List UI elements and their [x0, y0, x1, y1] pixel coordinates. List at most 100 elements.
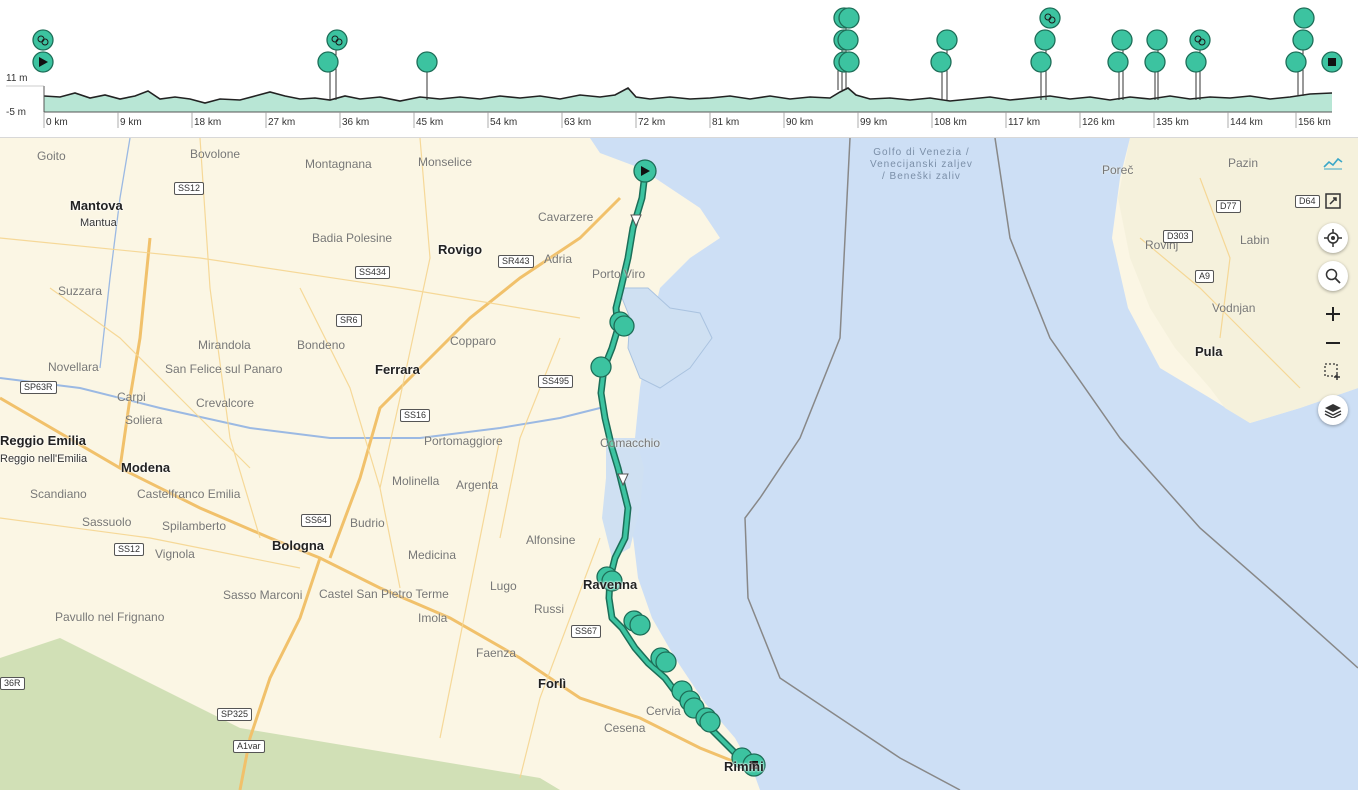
road-shield: SR443: [498, 255, 534, 268]
town-label: San Felice sul Panaro: [165, 362, 283, 376]
poi-marker-icon: [936, 29, 958, 51]
elevation-min-label: -5 m: [6, 107, 26, 118]
poi-marker-icon: [629, 614, 651, 636]
poi-marker-icon: [1030, 51, 1052, 73]
elevation-poi-markers: [32, 7, 1343, 73]
city-label: Reggio nell'Emilia: [0, 453, 88, 465]
poi-marker-icon: [1034, 29, 1056, 51]
elevation-profile-toggle-button[interactable]: [1318, 148, 1348, 178]
km-tick-label: 0 km: [46, 117, 68, 128]
road-shield: SS64: [301, 514, 332, 527]
city-label: Mantua: [80, 217, 117, 229]
road-shield: SP325: [217, 708, 253, 721]
poi-marker-icon: [930, 51, 952, 73]
zoom-in-button[interactable]: [1318, 299, 1348, 329]
town-label: Sassuolo: [82, 515, 132, 529]
town-label: Adria: [544, 252, 573, 266]
km-tick-label: 126 km: [1082, 117, 1115, 128]
road-shield: D77: [1216, 200, 1241, 213]
minus-icon: [1326, 342, 1340, 344]
city-label: Ferrara: [375, 362, 420, 377]
town-label: Porto Viro: [592, 267, 646, 281]
poi-marker-icon: [613, 315, 635, 337]
town-label: Bovolone: [190, 147, 241, 161]
town-label: Cesena: [604, 721, 646, 735]
town-label: Montagnana: [305, 157, 372, 171]
town-label: Castel San Pietro Terme: [319, 587, 449, 601]
poi-marker-icon: [699, 711, 721, 733]
town-label: Molinella: [392, 474, 440, 488]
fullscreen-button[interactable]: [1318, 186, 1348, 216]
km-tick-label: 156 km: [1298, 117, 1331, 128]
layers-icon: [1324, 404, 1342, 418]
km-tick-label: 63 km: [564, 117, 592, 128]
km-tick-label: 144 km: [1230, 117, 1263, 128]
zoom-out-button[interactable]: [1318, 328, 1348, 358]
poi-marker-icon: [1107, 51, 1129, 73]
town-label: Imola: [418, 611, 448, 625]
town-label: Faenza: [476, 646, 517, 660]
city-label: Reggio Emilia: [0, 433, 86, 448]
fullscreen-icon: [1325, 193, 1341, 209]
km-tick-label: 135 km: [1156, 117, 1189, 128]
poi-marker-icon: [416, 51, 438, 73]
km-tick-label: 18 km: [194, 117, 222, 128]
locate-button[interactable]: [1318, 223, 1348, 253]
town-label: Lugo: [490, 579, 517, 593]
road-shield: 36R: [0, 677, 25, 690]
city-label: Rovigo: [438, 242, 483, 257]
town-label: Cavarzere: [538, 210, 594, 224]
road-shield: SR6: [336, 314, 362, 327]
poi-marker-icon: [1285, 51, 1307, 73]
town-label: Badia Polesine: [312, 231, 393, 245]
poi-marker-icon: [838, 51, 860, 73]
km-tick-label: 90 km: [786, 117, 814, 128]
poi-marker-icon: [1144, 51, 1166, 73]
km-tick-label: 108 km: [934, 117, 967, 128]
town-label: Copparo: [450, 334, 497, 348]
chart-icon: [1323, 157, 1343, 170]
city-label: Pula: [1195, 344, 1223, 359]
km-tick-label: 117 km: [1008, 117, 1041, 128]
elevation-max-label: 11 m: [6, 73, 28, 84]
city-label: Ravenna: [583, 577, 638, 592]
search-icon: [1325, 268, 1341, 284]
locate-icon: [1324, 229, 1342, 247]
city-label: Rimini: [724, 759, 764, 774]
road-shield: D64: [1295, 195, 1320, 208]
km-tick-label: 54 km: [490, 117, 518, 128]
search-button[interactable]: [1318, 261, 1348, 291]
road-shield: SS12: [174, 182, 205, 195]
city-label: Mantova: [70, 198, 123, 213]
town-label: Castelfranco Emilia: [137, 487, 241, 501]
poi-marker-icon: [1292, 29, 1314, 51]
road-shield: SP63R: [20, 381, 57, 394]
town-label: Alfonsine: [526, 533, 576, 547]
km-tick-label: 9 km: [120, 117, 142, 128]
poi-marker-icon: [837, 29, 859, 51]
town-label: Spilamberto: [162, 519, 227, 533]
poi-marker-icon: [1146, 29, 1168, 51]
map-canvas[interactable]: Mantova Mantua Rovigo Ferrara Reggio Emilia R…: [0, 138, 1358, 790]
layers-button[interactable]: [1318, 395, 1348, 425]
poi-marker-icon: [1185, 51, 1207, 73]
poi-marker-icon: [1111, 29, 1133, 51]
town-label: Soliera: [125, 413, 163, 427]
km-tick-label: 99 km: [860, 117, 888, 128]
elevation-profile[interactable]: 11 m -5 m 0 km 9 km 18 km 27 km 36 km 45 km 54…: [0, 0, 1358, 138]
poi-marker-icon: [317, 51, 339, 73]
town-label: Pavullo nel Frignano: [55, 610, 165, 624]
town-label: Crevalcore: [196, 396, 255, 410]
sea-name-label: Golfo di Venezia / Venecijanski zaljev / B…: [870, 147, 973, 182]
area-select-button[interactable]: [1318, 357, 1348, 387]
km-tick-label: 27 km: [268, 117, 296, 128]
town-label: Novellara: [48, 360, 99, 374]
town-label: Scandiano: [30, 487, 87, 501]
road-shield: A9: [1195, 270, 1215, 283]
road-shield: SS67: [571, 625, 602, 638]
road-shield: SS12: [114, 543, 145, 556]
town-label: Sasso Marconi: [223, 588, 303, 602]
poi-marker-icon: [1293, 7, 1315, 29]
km-tick-label: 36 km: [342, 117, 370, 128]
town-label: Monselice: [418, 155, 473, 169]
